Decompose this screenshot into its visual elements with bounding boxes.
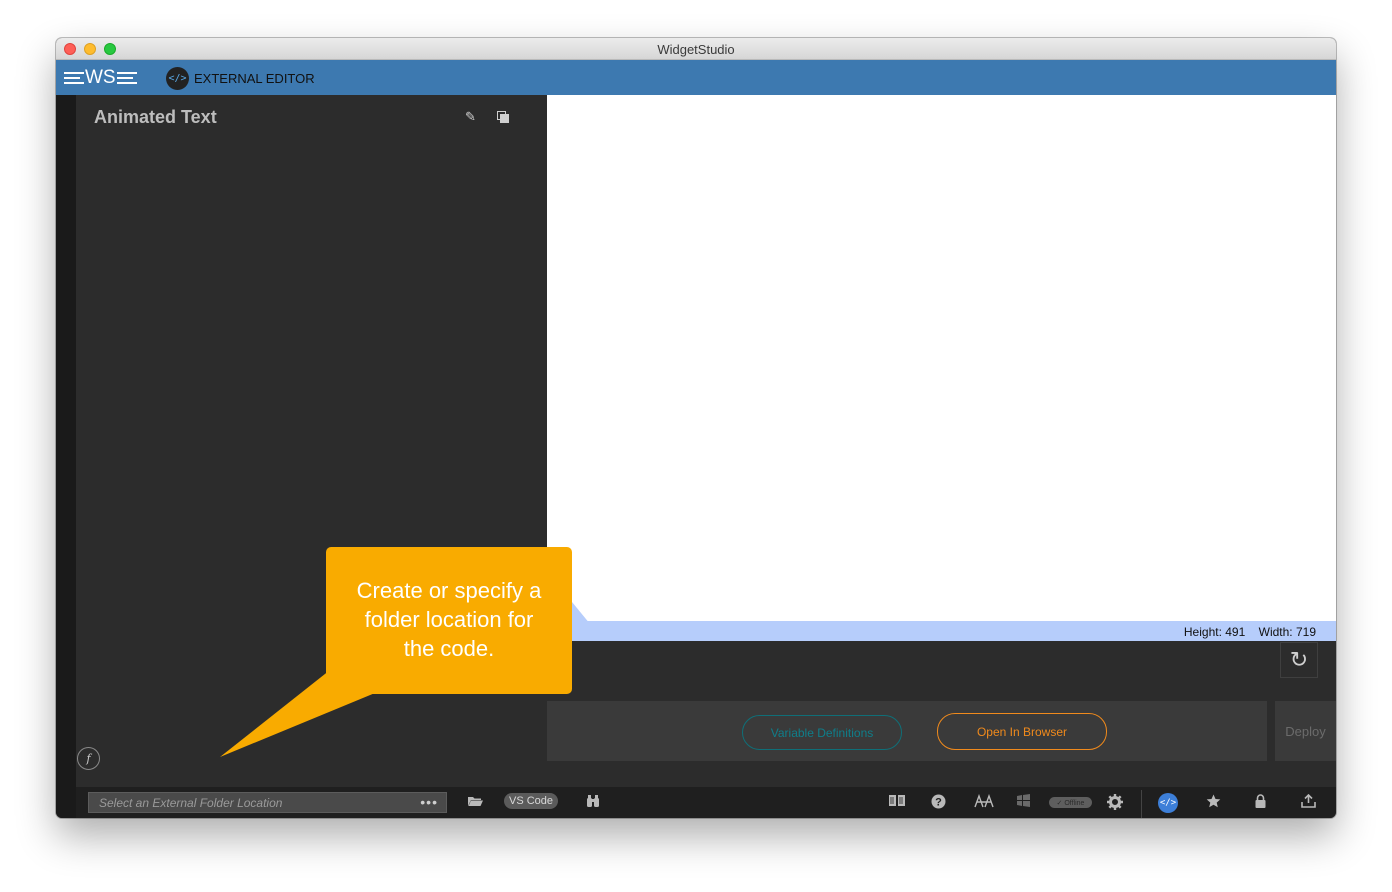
callout-line-1: Create or specify a: [356, 578, 542, 603]
binoculars-icon[interactable]: [586, 794, 600, 811]
action-bar: Variable Definitions Open In Browser: [547, 701, 1267, 761]
more-options-icon[interactable]: •••: [420, 794, 438, 810]
pencil-icon[interactable]: ✎: [465, 109, 476, 125]
app-toolbar: WS </> EXTERNAL EDITOR: [56, 60, 1336, 95]
svg-text:?: ?: [935, 797, 942, 809]
network-icon[interactable]: [974, 793, 994, 811]
widget-title: Animated Text: [94, 107, 217, 127]
external-editor-label: EXTERNAL EDITOR: [194, 71, 315, 86]
variable-definitions-button[interactable]: Variable Definitions: [742, 715, 902, 750]
toolbar-divider: [1141, 790, 1142, 818]
width-readout: Width: 719: [1258, 625, 1316, 639]
tutorial-callout: Create or specify a folder location for …: [326, 547, 572, 694]
height-readout: Height: 491: [1183, 625, 1246, 639]
refresh-icon: ↻: [1289, 647, 1309, 672]
preview-size-bar: Height: 491 Width: 719: [547, 621, 1336, 641]
screenshot-stage: WidgetStudio WS </> EXTERNAL EDITOR Anim…: [0, 0, 1392, 892]
folder-input-placeholder: Select an External Folder Location: [99, 796, 283, 810]
ws-logo[interactable]: WS: [64, 66, 137, 90]
code-brackets-icon[interactable]: </>: [166, 67, 189, 90]
duplicate-icon[interactable]: [497, 111, 509, 123]
star-icon[interactable]: [1206, 794, 1221, 811]
external-folder-input[interactable]: Select an External Folder Location •••: [88, 792, 447, 813]
left-edge-strip: [56, 95, 76, 818]
code-editor-icon[interactable]: </>: [1158, 793, 1178, 813]
function-icon[interactable]: f: [77, 747, 100, 770]
logo-lines-right: [116, 72, 137, 84]
refresh-button[interactable]: ↻: [1280, 642, 1318, 678]
gear-icon[interactable]: [1107, 794, 1123, 813]
upload-icon[interactable]: [1301, 793, 1316, 811]
folder-open-icon[interactable]: [468, 794, 483, 810]
lock-icon[interactable]: [1255, 794, 1266, 811]
preview-canvas: [547, 95, 1336, 621]
deploy-button[interactable]: Deploy: [1275, 701, 1336, 761]
size-readout: Height: 491 Width: 719: [1174, 625, 1316, 639]
book-icon[interactable]: [888, 794, 906, 810]
callout-line-3: the code.: [403, 636, 495, 661]
help-icon[interactable]: ?: [931, 794, 946, 812]
vscode-button[interactable]: VS Code: [504, 793, 558, 809]
logo-lines-left: [64, 72, 84, 84]
callout-line-2: folder location for: [364, 607, 534, 632]
offline-badge: ✓ Offline: [1049, 797, 1092, 808]
bottom-toolbar: Select an External Folder Location ••• V…: [76, 787, 1336, 818]
window-title: WidgetStudio: [657, 42, 735, 57]
logo-text: WS: [85, 67, 116, 88]
open-in-browser-button[interactable]: Open In Browser: [937, 713, 1107, 750]
title-bar: WidgetStudio: [56, 38, 1336, 60]
app-window: WidgetStudio WS </> EXTERNAL EDITOR Anim…: [56, 38, 1336, 818]
windows-icon[interactable]: [1016, 794, 1031, 811]
